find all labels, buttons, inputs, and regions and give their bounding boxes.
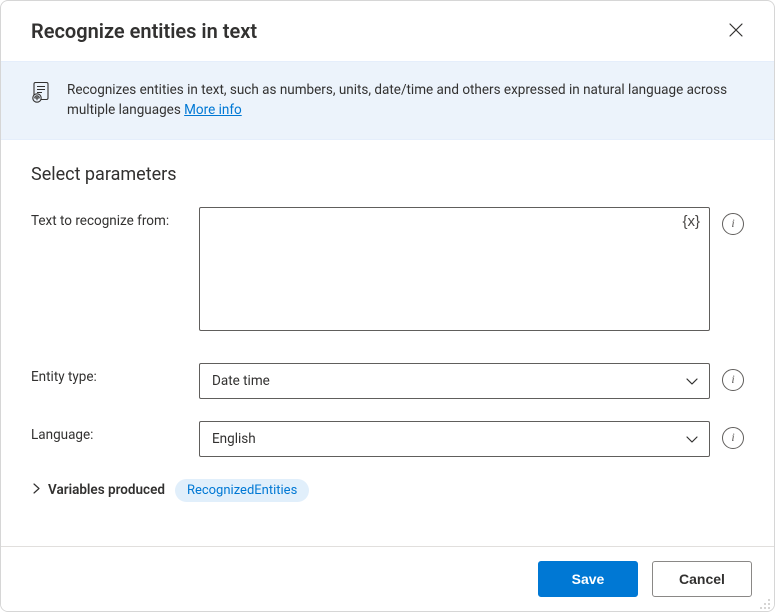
entity-type-value: Date time (212, 373, 270, 389)
language-value: English (212, 431, 256, 447)
cancel-button[interactable]: Cancel (652, 561, 752, 597)
dialog: Recognize entities in text Recognizes en… (0, 0, 775, 612)
variable-chip[interactable]: RecognizedEntities (175, 479, 309, 502)
info-icon[interactable]: i (722, 213, 744, 235)
save-button[interactable]: Save (538, 561, 638, 597)
text-to-recognize-input[interactable] (199, 207, 710, 331)
dialog-title: Recognize entities in text (31, 19, 257, 43)
row-language: Language: English i (31, 421, 744, 457)
language-select[interactable]: English (199, 421, 710, 457)
chevron-down-icon (685, 432, 699, 446)
label-language: Language: (31, 421, 199, 443)
chevron-down-icon (685, 374, 699, 388)
info-icon[interactable]: i (722, 427, 744, 449)
variables-produced-label: Variables produced (48, 482, 165, 498)
section-title: Select parameters (31, 164, 744, 185)
banner-text: Recognizes entities in text, such as num… (67, 80, 744, 121)
entities-icon (31, 81, 53, 109)
insert-variable-button[interactable]: {x} (682, 213, 700, 230)
dialog-header: Recognize entities in text (1, 1, 774, 61)
label-entity-type: Entity type: (31, 363, 199, 385)
close-button[interactable] (720, 15, 752, 47)
label-text-to-recognize: Text to recognize from: (31, 207, 199, 229)
variables-produced-toggle[interactable]: Variables produced (31, 482, 165, 498)
dialog-footer: Save Cancel (1, 546, 774, 611)
dialog-content: Select parameters Text to recognize from… (1, 140, 774, 547)
more-info-link[interactable]: More info (184, 102, 242, 118)
chevron-right-icon (31, 482, 42, 498)
row-entity-type: Entity type: Date time i (31, 363, 744, 399)
text-to-recognize-container: {x} (199, 207, 710, 335)
info-banner: Recognizes entities in text, such as num… (1, 61, 774, 140)
close-icon (729, 23, 743, 40)
entity-type-select[interactable]: Date time (199, 363, 710, 399)
info-icon[interactable]: i (722, 369, 744, 391)
variables-produced-row: Variables produced RecognizedEntities (31, 479, 744, 502)
row-text: Text to recognize from: {x} i (31, 207, 744, 335)
banner-description: Recognizes entities in text, such as num… (67, 82, 727, 118)
resize-grip-icon[interactable] (757, 595, 771, 609)
